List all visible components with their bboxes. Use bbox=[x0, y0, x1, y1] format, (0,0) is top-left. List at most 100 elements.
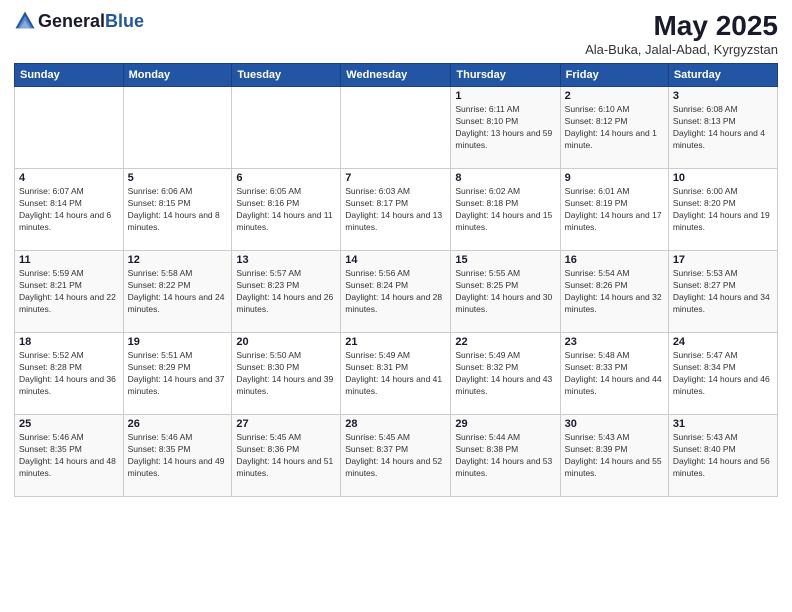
day-number-13: 13 bbox=[236, 254, 336, 266]
day-2: 2 Sunrise: 6:10 AMSunset: 8:12 PMDayligh… bbox=[560, 87, 668, 169]
day-info-6: Sunrise: 6:05 AMSunset: 8:16 PMDaylight:… bbox=[236, 186, 336, 234]
day-25: 25 Sunrise: 5:46 AMSunset: 8:35 PMDaylig… bbox=[15, 415, 124, 497]
day-1: 1 Sunrise: 6:11 AMSunset: 8:10 PMDayligh… bbox=[451, 87, 560, 169]
day-number-14: 14 bbox=[345, 254, 446, 266]
day-11: 11 Sunrise: 5:59 AMSunset: 8:21 PMDaylig… bbox=[15, 251, 124, 333]
calendar-row-1: 1 Sunrise: 6:11 AMSunset: 8:10 PMDayligh… bbox=[15, 87, 778, 169]
day-number-5: 5 bbox=[128, 172, 228, 184]
col-saturday: Saturday bbox=[668, 64, 777, 87]
day-7: 7 Sunrise: 6:03 AMSunset: 8:17 PMDayligh… bbox=[341, 169, 451, 251]
day-info-17: Sunrise: 5:53 AMSunset: 8:27 PMDaylight:… bbox=[673, 268, 773, 316]
empty-cell bbox=[341, 87, 451, 169]
day-info-18: Sunrise: 5:52 AMSunset: 8:28 PMDaylight:… bbox=[19, 350, 119, 398]
day-23: 23 Sunrise: 5:48 AMSunset: 8:33 PMDaylig… bbox=[560, 333, 668, 415]
col-sunday: Sunday bbox=[15, 64, 124, 87]
day-info-30: Sunrise: 5:43 AMSunset: 8:39 PMDaylight:… bbox=[565, 432, 664, 480]
calendar-table: Sunday Monday Tuesday Wednesday Thursday… bbox=[14, 63, 778, 497]
day-4: 4 Sunrise: 6:07 AMSunset: 8:14 PMDayligh… bbox=[15, 169, 124, 251]
calendar-row-2: 4 Sunrise: 6:07 AMSunset: 8:14 PMDayligh… bbox=[15, 169, 778, 251]
calendar-header: Sunday Monday Tuesday Wednesday Thursday… bbox=[15, 64, 778, 87]
calendar-body: 1 Sunrise: 6:11 AMSunset: 8:10 PMDayligh… bbox=[15, 87, 778, 497]
day-12: 12 Sunrise: 5:58 AMSunset: 8:22 PMDaylig… bbox=[123, 251, 232, 333]
day-24: 24 Sunrise: 5:47 AMSunset: 8:34 PMDaylig… bbox=[668, 333, 777, 415]
day-number-21: 21 bbox=[345, 336, 446, 348]
day-info-25: Sunrise: 5:46 AMSunset: 8:35 PMDaylight:… bbox=[19, 432, 119, 480]
day-9: 9 Sunrise: 6:01 AMSunset: 8:19 PMDayligh… bbox=[560, 169, 668, 251]
empty-cell bbox=[232, 87, 341, 169]
col-wednesday: Wednesday bbox=[341, 64, 451, 87]
day-info-5: Sunrise: 6:06 AMSunset: 8:15 PMDaylight:… bbox=[128, 186, 228, 234]
day-info-16: Sunrise: 5:54 AMSunset: 8:26 PMDaylight:… bbox=[565, 268, 664, 316]
day-20: 20 Sunrise: 5:50 AMSunset: 8:30 PMDaylig… bbox=[232, 333, 341, 415]
day-number-20: 20 bbox=[236, 336, 336, 348]
day-number-12: 12 bbox=[128, 254, 228, 266]
day-28: 28 Sunrise: 5:45 AMSunset: 8:37 PMDaylig… bbox=[341, 415, 451, 497]
calendar-row-5: 25 Sunrise: 5:46 AMSunset: 8:35 PMDaylig… bbox=[15, 415, 778, 497]
day-number-24: 24 bbox=[673, 336, 773, 348]
calendar-row-3: 11 Sunrise: 5:59 AMSunset: 8:21 PMDaylig… bbox=[15, 251, 778, 333]
day-number-27: 27 bbox=[236, 418, 336, 430]
day-13: 13 Sunrise: 5:57 AMSunset: 8:23 PMDaylig… bbox=[232, 251, 341, 333]
day-15: 15 Sunrise: 5:55 AMSunset: 8:25 PMDaylig… bbox=[451, 251, 560, 333]
logo-icon bbox=[14, 10, 36, 32]
day-10: 10 Sunrise: 6:00 AMSunset: 8:20 PMDaylig… bbox=[668, 169, 777, 251]
day-6: 6 Sunrise: 6:05 AMSunset: 8:16 PMDayligh… bbox=[232, 169, 341, 251]
day-19: 19 Sunrise: 5:51 AMSunset: 8:29 PMDaylig… bbox=[123, 333, 232, 415]
day-info-3: Sunrise: 6:08 AMSunset: 8:13 PMDaylight:… bbox=[673, 104, 773, 152]
day-number-3: 3 bbox=[673, 90, 773, 102]
day-info-31: Sunrise: 5:43 AMSunset: 8:40 PMDaylight:… bbox=[673, 432, 773, 480]
day-18: 18 Sunrise: 5:52 AMSunset: 8:28 PMDaylig… bbox=[15, 333, 124, 415]
logo-blue: Blue bbox=[105, 11, 144, 31]
empty-cell bbox=[15, 87, 124, 169]
day-info-10: Sunrise: 6:00 AMSunset: 8:20 PMDaylight:… bbox=[673, 186, 773, 234]
day-number-15: 15 bbox=[455, 254, 555, 266]
day-info-8: Sunrise: 6:02 AMSunset: 8:18 PMDaylight:… bbox=[455, 186, 555, 234]
day-31: 31 Sunrise: 5:43 AMSunset: 8:40 PMDaylig… bbox=[668, 415, 777, 497]
day-number-30: 30 bbox=[565, 418, 664, 430]
day-8: 8 Sunrise: 6:02 AMSunset: 8:18 PMDayligh… bbox=[451, 169, 560, 251]
day-info-1: Sunrise: 6:11 AMSunset: 8:10 PMDaylight:… bbox=[455, 104, 555, 152]
day-info-26: Sunrise: 5:46 AMSunset: 8:35 PMDaylight:… bbox=[128, 432, 228, 480]
day-5: 5 Sunrise: 6:06 AMSunset: 8:15 PMDayligh… bbox=[123, 169, 232, 251]
day-info-13: Sunrise: 5:57 AMSunset: 8:23 PMDaylight:… bbox=[236, 268, 336, 316]
day-number-11: 11 bbox=[19, 254, 119, 266]
day-info-20: Sunrise: 5:50 AMSunset: 8:30 PMDaylight:… bbox=[236, 350, 336, 398]
day-info-12: Sunrise: 5:58 AMSunset: 8:22 PMDaylight:… bbox=[128, 268, 228, 316]
day-number-25: 25 bbox=[19, 418, 119, 430]
subtitle: Ala-Buka, Jalal-Abad, Kyrgyzstan bbox=[585, 42, 778, 57]
col-friday: Friday bbox=[560, 64, 668, 87]
day-number-19: 19 bbox=[128, 336, 228, 348]
day-info-11: Sunrise: 5:59 AMSunset: 8:21 PMDaylight:… bbox=[19, 268, 119, 316]
day-26: 26 Sunrise: 5:46 AMSunset: 8:35 PMDaylig… bbox=[123, 415, 232, 497]
col-tuesday: Tuesday bbox=[232, 64, 341, 87]
day-number-7: 7 bbox=[345, 172, 446, 184]
logo: GeneralBlue bbox=[14, 10, 144, 32]
empty-cell bbox=[123, 87, 232, 169]
day-29: 29 Sunrise: 5:44 AMSunset: 8:38 PMDaylig… bbox=[451, 415, 560, 497]
header: GeneralBlue May 2025 Ala-Buka, Jalal-Aba… bbox=[14, 10, 778, 57]
logo-general: General bbox=[38, 11, 105, 31]
day-info-19: Sunrise: 5:51 AMSunset: 8:29 PMDaylight:… bbox=[128, 350, 228, 398]
day-info-23: Sunrise: 5:48 AMSunset: 8:33 PMDaylight:… bbox=[565, 350, 664, 398]
day-info-4: Sunrise: 6:07 AMSunset: 8:14 PMDaylight:… bbox=[19, 186, 119, 234]
day-number-1: 1 bbox=[455, 90, 555, 102]
col-thursday: Thursday bbox=[451, 64, 560, 87]
day-number-8: 8 bbox=[455, 172, 555, 184]
day-14: 14 Sunrise: 5:56 AMSunset: 8:24 PMDaylig… bbox=[341, 251, 451, 333]
page: GeneralBlue May 2025 Ala-Buka, Jalal-Aba… bbox=[0, 0, 792, 612]
day-info-14: Sunrise: 5:56 AMSunset: 8:24 PMDaylight:… bbox=[345, 268, 446, 316]
day-info-15: Sunrise: 5:55 AMSunset: 8:25 PMDaylight:… bbox=[455, 268, 555, 316]
day-number-26: 26 bbox=[128, 418, 228, 430]
day-number-4: 4 bbox=[19, 172, 119, 184]
day-info-27: Sunrise: 5:45 AMSunset: 8:36 PMDaylight:… bbox=[236, 432, 336, 480]
month-title: May 2025 bbox=[585, 10, 778, 42]
day-number-28: 28 bbox=[345, 418, 446, 430]
day-16: 16 Sunrise: 5:54 AMSunset: 8:26 PMDaylig… bbox=[560, 251, 668, 333]
day-info-2: Sunrise: 6:10 AMSunset: 8:12 PMDaylight:… bbox=[565, 104, 664, 152]
day-info-21: Sunrise: 5:49 AMSunset: 8:31 PMDaylight:… bbox=[345, 350, 446, 398]
day-info-7: Sunrise: 6:03 AMSunset: 8:17 PMDaylight:… bbox=[345, 186, 446, 234]
day-number-9: 9 bbox=[565, 172, 664, 184]
day-17: 17 Sunrise: 5:53 AMSunset: 8:27 PMDaylig… bbox=[668, 251, 777, 333]
day-info-9: Sunrise: 6:01 AMSunset: 8:19 PMDaylight:… bbox=[565, 186, 664, 234]
title-block: May 2025 Ala-Buka, Jalal-Abad, Kyrgyzsta… bbox=[585, 10, 778, 57]
